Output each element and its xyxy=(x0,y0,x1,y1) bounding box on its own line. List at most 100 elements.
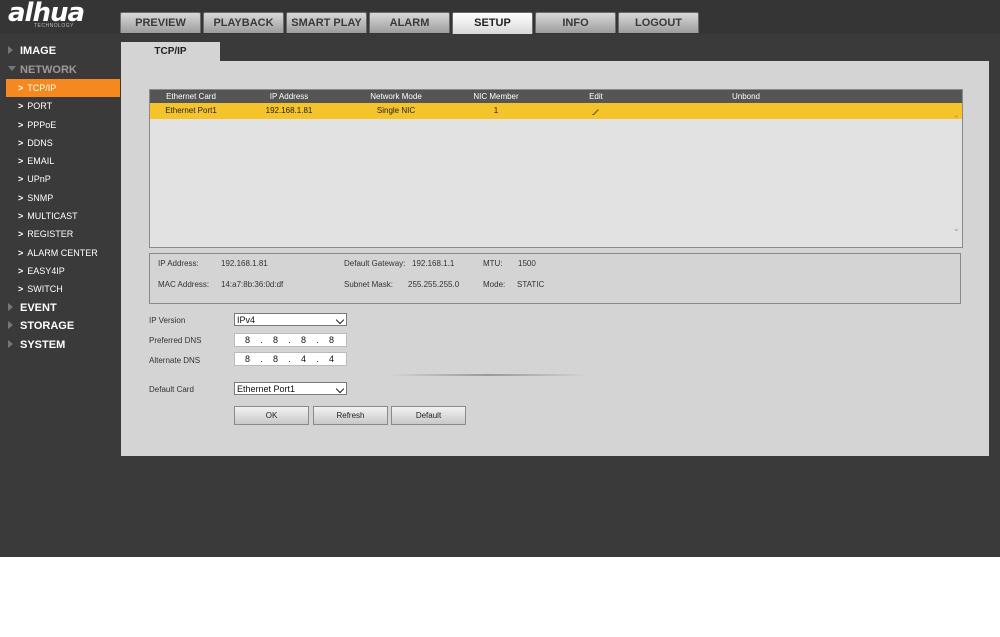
ok-button[interactable]: OK xyxy=(234,406,309,425)
chevron-right-icon: > xyxy=(18,229,24,240)
default-button[interactable]: Default xyxy=(391,406,466,425)
chevron-right-icon: > xyxy=(18,265,24,276)
divider xyxy=(389,374,589,376)
sidebar-item-upnp[interactable]: > UPnP xyxy=(0,170,120,188)
ip-version-label: IP Version xyxy=(149,316,186,325)
table-row[interactable]: Ethernet Port1 192.168.1.81 Single NIC 1 xyxy=(150,103,962,119)
nic-info-box: IP Address: 192.168.1.81 Default Gateway… xyxy=(149,253,961,304)
sidebar-item-alarm-center[interactable]: > ALARM CENTER xyxy=(0,244,120,262)
default-card-label: Default Card xyxy=(149,385,194,394)
page-tab-tcpip[interactable]: TCP/IP xyxy=(121,42,220,62)
default-gateway-value: 192.168.1.1 xyxy=(412,259,455,268)
sidebar-item-label: MULTICAST xyxy=(27,211,78,222)
sidebar-section-storage[interactable]: STORAGE xyxy=(0,317,120,336)
chevron-right-icon: > xyxy=(18,211,24,222)
sidebar-item-tcpip[interactable]: > TCP/IP xyxy=(6,79,120,98)
sidebar-item-register[interactable]: > REGISTER xyxy=(0,225,120,243)
tab-alarm[interactable]: ALARM xyxy=(369,12,450,33)
chevron-down-icon xyxy=(335,315,345,325)
sidebar-item-label: EMAIL xyxy=(27,156,55,167)
cell-ethernet-card: Ethernet Port1 xyxy=(165,106,217,115)
ip-version-select[interactable]: IPv4 xyxy=(234,313,347,326)
ip-address-label: IP Address: xyxy=(158,259,199,268)
sidebar-item-label: SNMP xyxy=(27,192,54,203)
tab-playback[interactable]: PLAYBACK xyxy=(203,12,284,33)
sidebar-item-easy4ip[interactable]: > EASY4IP xyxy=(0,262,120,280)
sidebar-item-label: PORT xyxy=(27,101,53,112)
mtu-label: MTU: xyxy=(483,259,503,268)
col-unbond: Unbond xyxy=(731,92,761,101)
expand-arrow-icon xyxy=(8,46,13,55)
dns-octet[interactable]: 4 xyxy=(319,353,344,365)
default-card-select[interactable]: Ethernet Port1 xyxy=(234,382,347,395)
ip-address-value: 192.168.1.81 xyxy=(221,259,268,268)
tab-info[interactable]: INFO xyxy=(535,12,616,33)
settings-panel: Ethernet Card IP Address Network Mode NI… xyxy=(121,61,989,456)
edit-pencil-icon[interactable] xyxy=(546,103,646,119)
dns-octet[interactable]: 4 xyxy=(291,353,316,365)
tab-logout[interactable]: LOGOUT xyxy=(618,12,699,33)
sidebar-item-label: REGISTER xyxy=(27,229,74,240)
scroll-up-icon[interactable]: ⌃ xyxy=(952,114,960,125)
preferred-dns-label: Preferred DNS xyxy=(149,336,202,345)
mtu-value: 1500 xyxy=(518,259,536,268)
sidebar-section-event[interactable]: EVENT xyxy=(0,299,120,318)
logo: alhua TECHNOLOGY xyxy=(8,0,108,32)
subnet-mask-value: 255.255.255.0 xyxy=(408,280,460,289)
cell-ip-address: 192.168.1.81 xyxy=(265,106,313,115)
dns-octet[interactable]: 8 xyxy=(291,334,316,346)
cell-unbond xyxy=(646,103,846,119)
sidebar-item-label: UPnP xyxy=(27,174,51,185)
sidebar-item-switch[interactable]: > SWITCH xyxy=(0,280,120,298)
collapse-arrow-icon xyxy=(8,66,16,72)
sidebar-item-ddns[interactable]: > DDNS xyxy=(0,134,120,152)
dns-octet[interactable]: 8 xyxy=(235,334,260,346)
sidebar-section-label: EVENT xyxy=(20,301,57,314)
cell-network-mode: Single NIC xyxy=(376,106,416,115)
dns-octet[interactable]: 8 xyxy=(263,334,288,346)
default-gateway-label: Default Gateway: xyxy=(344,259,406,268)
refresh-button[interactable]: Refresh xyxy=(313,406,388,425)
sidebar-item-pppoe[interactable]: > PPPoE xyxy=(0,116,120,134)
sidebar-item-label: TCP/IP xyxy=(27,83,57,93)
ip-version-value: IPv4 xyxy=(237,315,256,325)
sidebar-section-label: NETWORK xyxy=(20,63,77,76)
tab-setup[interactable]: SETUP xyxy=(452,12,533,34)
alternate-dns-input[interactable]: 8. 8. 4. 4 xyxy=(234,352,347,366)
sidebar-section-image[interactable]: IMAGE xyxy=(0,42,120,61)
header: alhua TECHNOLOGY PREVIEW PLAYBACK SMART … xyxy=(0,0,1000,34)
subnet-mask-label: Subnet Mask: xyxy=(344,280,393,289)
chevron-right-icon: > xyxy=(18,247,24,258)
sidebar-section-system[interactable]: SYSTEM xyxy=(0,336,120,355)
mode-label: Mode: xyxy=(483,280,506,289)
preferred-dns-input[interactable]: 8. 8. 8. 8 xyxy=(234,333,347,347)
nic-table: Ethernet Card IP Address Network Mode NI… xyxy=(149,89,963,248)
scroll-down-icon[interactable]: ⌄ xyxy=(952,223,960,234)
sidebar-item-multicast[interactable]: > MULTICAST xyxy=(0,207,120,225)
sidebar-item-label: SWITCH xyxy=(27,284,63,295)
dns-octet[interactable]: 8 xyxy=(263,353,288,365)
sidebar-item-label: EASY4IP xyxy=(27,265,65,276)
sidebar-item-snmp[interactable]: > SNMP xyxy=(0,189,120,207)
expand-arrow-icon xyxy=(8,321,13,330)
col-network-mode: Network Mode xyxy=(370,92,422,101)
sidebar-item-label: PPPoE xyxy=(27,119,57,130)
chevron-down-icon xyxy=(335,384,345,394)
default-card-value: Ethernet Port1 xyxy=(237,384,296,394)
chevron-right-icon: > xyxy=(18,174,24,185)
chevron-right-icon: > xyxy=(18,101,24,112)
dns-octet[interactable]: 8 xyxy=(319,334,344,346)
sidebar-item-port[interactable]: > PORT xyxy=(0,97,120,115)
sidebar-item-label: DDNS xyxy=(27,137,53,148)
mac-address-value: 14:a7:8b:36:0d:df xyxy=(221,280,284,289)
tab-smart-play[interactable]: SMART PLAY xyxy=(286,12,367,33)
chevron-right-icon: > xyxy=(18,156,24,167)
sidebar-item-label: ALARM CENTER xyxy=(27,247,98,258)
tab-preview[interactable]: PREVIEW xyxy=(120,12,201,33)
expand-arrow-icon xyxy=(8,339,13,348)
table-header: Ethernet Card IP Address Network Mode NI… xyxy=(150,90,962,103)
sidebar-section-network[interactable]: NETWORK xyxy=(0,61,120,80)
dns-octet[interactable]: 8 xyxy=(235,353,260,365)
sidebar-item-email[interactable]: > EMAIL xyxy=(0,152,120,170)
col-nic-member: NIC Member xyxy=(473,92,519,101)
